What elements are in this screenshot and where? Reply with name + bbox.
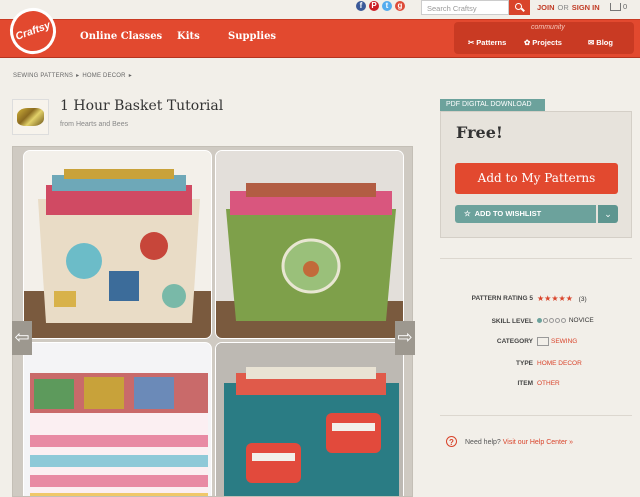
breadcrumb: SEWING PATTERNS ▸ HOME DECOR ▸: [13, 72, 135, 79]
type-link[interactable]: HOME DECOR: [537, 360, 582, 367]
search-input[interactable]: Search Craftsy: [421, 0, 509, 15]
community-menu: community ✂ Patterns ✿ Projects ✉ Blog: [454, 22, 634, 54]
sign-in-link[interactable]: SIGN IN: [572, 3, 600, 12]
skill-dots: [537, 317, 567, 324]
star-icon: ☆: [464, 209, 471, 218]
nav-online-classes[interactable]: Online Classes: [80, 31, 162, 42]
author-link[interactable]: Hearts and Bees: [76, 121, 128, 128]
divider: [440, 258, 632, 259]
search-button[interactable]: [509, 0, 530, 15]
gallery-photo[interactable]: [23, 342, 212, 496]
gallery-photo[interactable]: [23, 150, 212, 339]
nav-kits[interactable]: Kits: [177, 31, 200, 42]
page-title: 1 Hour Basket Tutorial: [60, 98, 224, 114]
sewing-machine-icon: [537, 337, 549, 346]
add-to-wishlist-button[interactable]: ☆ ADD TO WISHLIST: [455, 205, 596, 223]
help-center-link[interactable]: Visit our Help Center »: [503, 439, 573, 446]
community-projects[interactable]: ✿ Projects: [524, 38, 562, 47]
social-links: f P t g: [356, 1, 405, 11]
breadcrumb-home-decor[interactable]: HOME DECOR: [82, 73, 125, 79]
wishlist-dropdown-chevron-icon[interactable]: ⌄: [598, 205, 618, 223]
cart-icon[interactable]: [610, 3, 621, 11]
google-plus-icon[interactable]: g: [395, 1, 405, 11]
add-to-my-patterns-button[interactable]: Add to My Patterns: [455, 163, 618, 194]
projects-icon: ✿: [524, 38, 531, 47]
twitter-icon[interactable]: t: [382, 1, 392, 11]
account-links: JOIN OR SIGN IN: [537, 3, 600, 12]
category-value: SEWING: [537, 337, 577, 346]
breadcrumb-separator: ▸: [76, 73, 80, 79]
divider: [440, 415, 632, 416]
gallery-prev-button[interactable]: ⇦: [12, 321, 32, 355]
gallery-photo[interactable]: [215, 150, 404, 339]
pattern-rating-label: PATTERN RATING 5: [471, 295, 533, 302]
main-nav: Online Classes Kits Supplies community ✂…: [0, 19, 640, 58]
category-label: CATEGORY: [496, 338, 533, 345]
pinterest-icon[interactable]: P: [369, 1, 379, 11]
community-label: community: [531, 24, 565, 31]
join-link[interactable]: JOIN: [537, 3, 555, 12]
pattern-author: from Hearts and Bees: [60, 121, 129, 128]
top-bar: f P t g Search Craftsy JOIN OR SIGN IN 0: [0, 0, 640, 18]
breadcrumb-sewing-patterns[interactable]: SEWING PATTERNS: [13, 73, 73, 79]
community-patterns[interactable]: ✂ Patterns: [468, 38, 506, 47]
facebook-icon[interactable]: f: [356, 1, 366, 11]
skill-level-label: SKILL LEVEL: [491, 318, 533, 325]
category-link[interactable]: SEWING: [551, 338, 577, 345]
pdf-download-tag: PDF DIGITAL DOWNLOAD: [440, 99, 545, 111]
rating-count: (3): [578, 296, 587, 303]
photo-gallery: [12, 146, 413, 497]
skill-level: NOVICE: [537, 317, 594, 324]
gallery-photo[interactable]: [215, 342, 404, 496]
breadcrumb-separator: ▸: [128, 73, 132, 79]
pattern-rating[interactable]: ★★★★★ (3): [537, 294, 587, 303]
rating-stars: ★★★★★: [537, 294, 573, 303]
or-text: OR: [557, 3, 569, 12]
patterns-icon: ✂: [468, 38, 475, 47]
price: Free!: [456, 123, 503, 142]
nav-supplies[interactable]: Supplies: [228, 31, 276, 42]
gallery-next-button[interactable]: ⇨: [395, 321, 415, 355]
help-icon: ?: [446, 436, 457, 447]
type-label: TYPE: [516, 360, 533, 367]
item-link[interactable]: OTHER: [537, 380, 560, 387]
designer-avatar[interactable]: [12, 99, 49, 135]
item-label: ITEM: [517, 380, 533, 387]
cart-count: 0: [623, 2, 628, 11]
blog-icon: ✉: [588, 38, 595, 47]
community-blog[interactable]: ✉ Blog: [588, 38, 613, 47]
help-text: Need help? Visit our Help Center »: [465, 439, 574, 446]
